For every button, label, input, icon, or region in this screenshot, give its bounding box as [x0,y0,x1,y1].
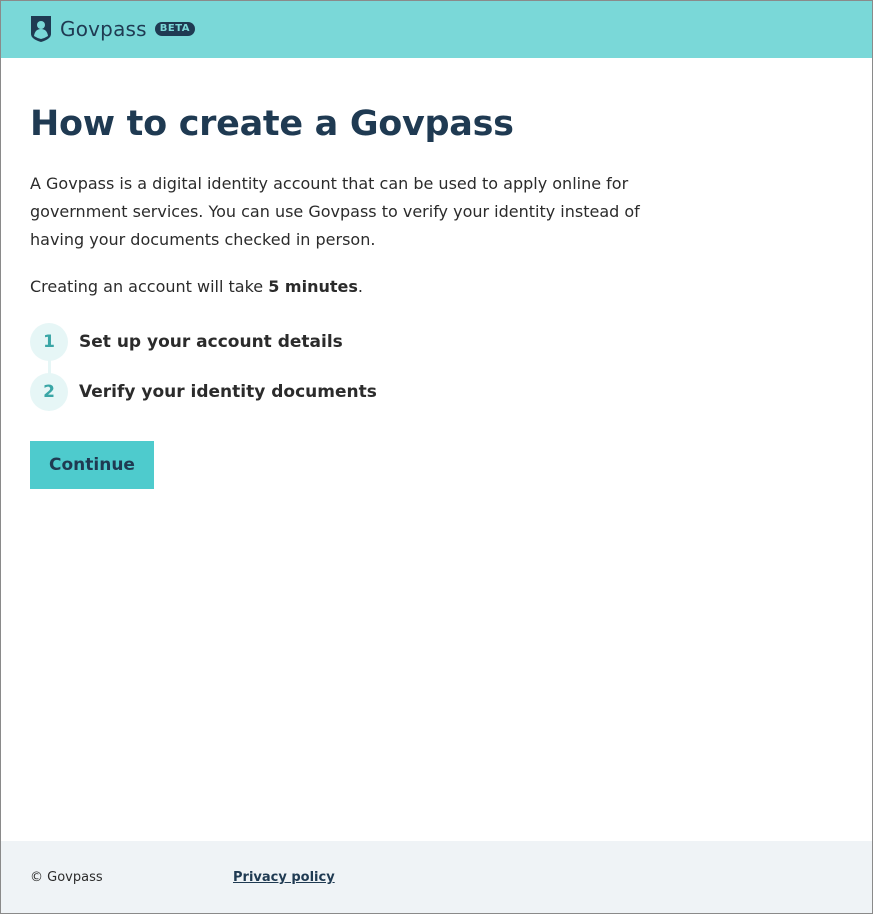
step-label: Verify your identity documents [79,382,377,402]
site-header: Govpass BETA [0,0,873,58]
step-label: Set up your account details [79,332,343,352]
duration-suffix: . [357,277,363,296]
duration-text: Creating an account will take 5 minutes. [30,273,363,301]
continue-button[interactable]: Continue [30,441,154,489]
brand-name: Govpass [60,17,147,41]
main-content: How to create a Govpass A Govpass is a d… [30,100,670,411]
step-1: 1 Set up your account details [30,322,343,362]
brand[interactable]: Govpass BETA [30,14,196,44]
step-2: 2 Verify your identity documents [30,372,377,412]
beta-badge: BETA [154,22,196,36]
page-title: How to create a Govpass [30,104,514,144]
step-number: 1 [30,323,68,361]
duration-value: 5 minutes [268,277,358,296]
step-number: 2 [30,373,68,411]
site-footer: © Govpass Privacy policy [0,841,873,914]
copyright-text: © Govpass [30,870,103,885]
shield-user-icon [30,15,52,43]
privacy-policy-link[interactable]: Privacy policy [233,870,335,885]
duration-prefix: Creating an account will take [30,277,269,296]
intro-text: A Govpass is a digital identity account … [30,174,640,249]
